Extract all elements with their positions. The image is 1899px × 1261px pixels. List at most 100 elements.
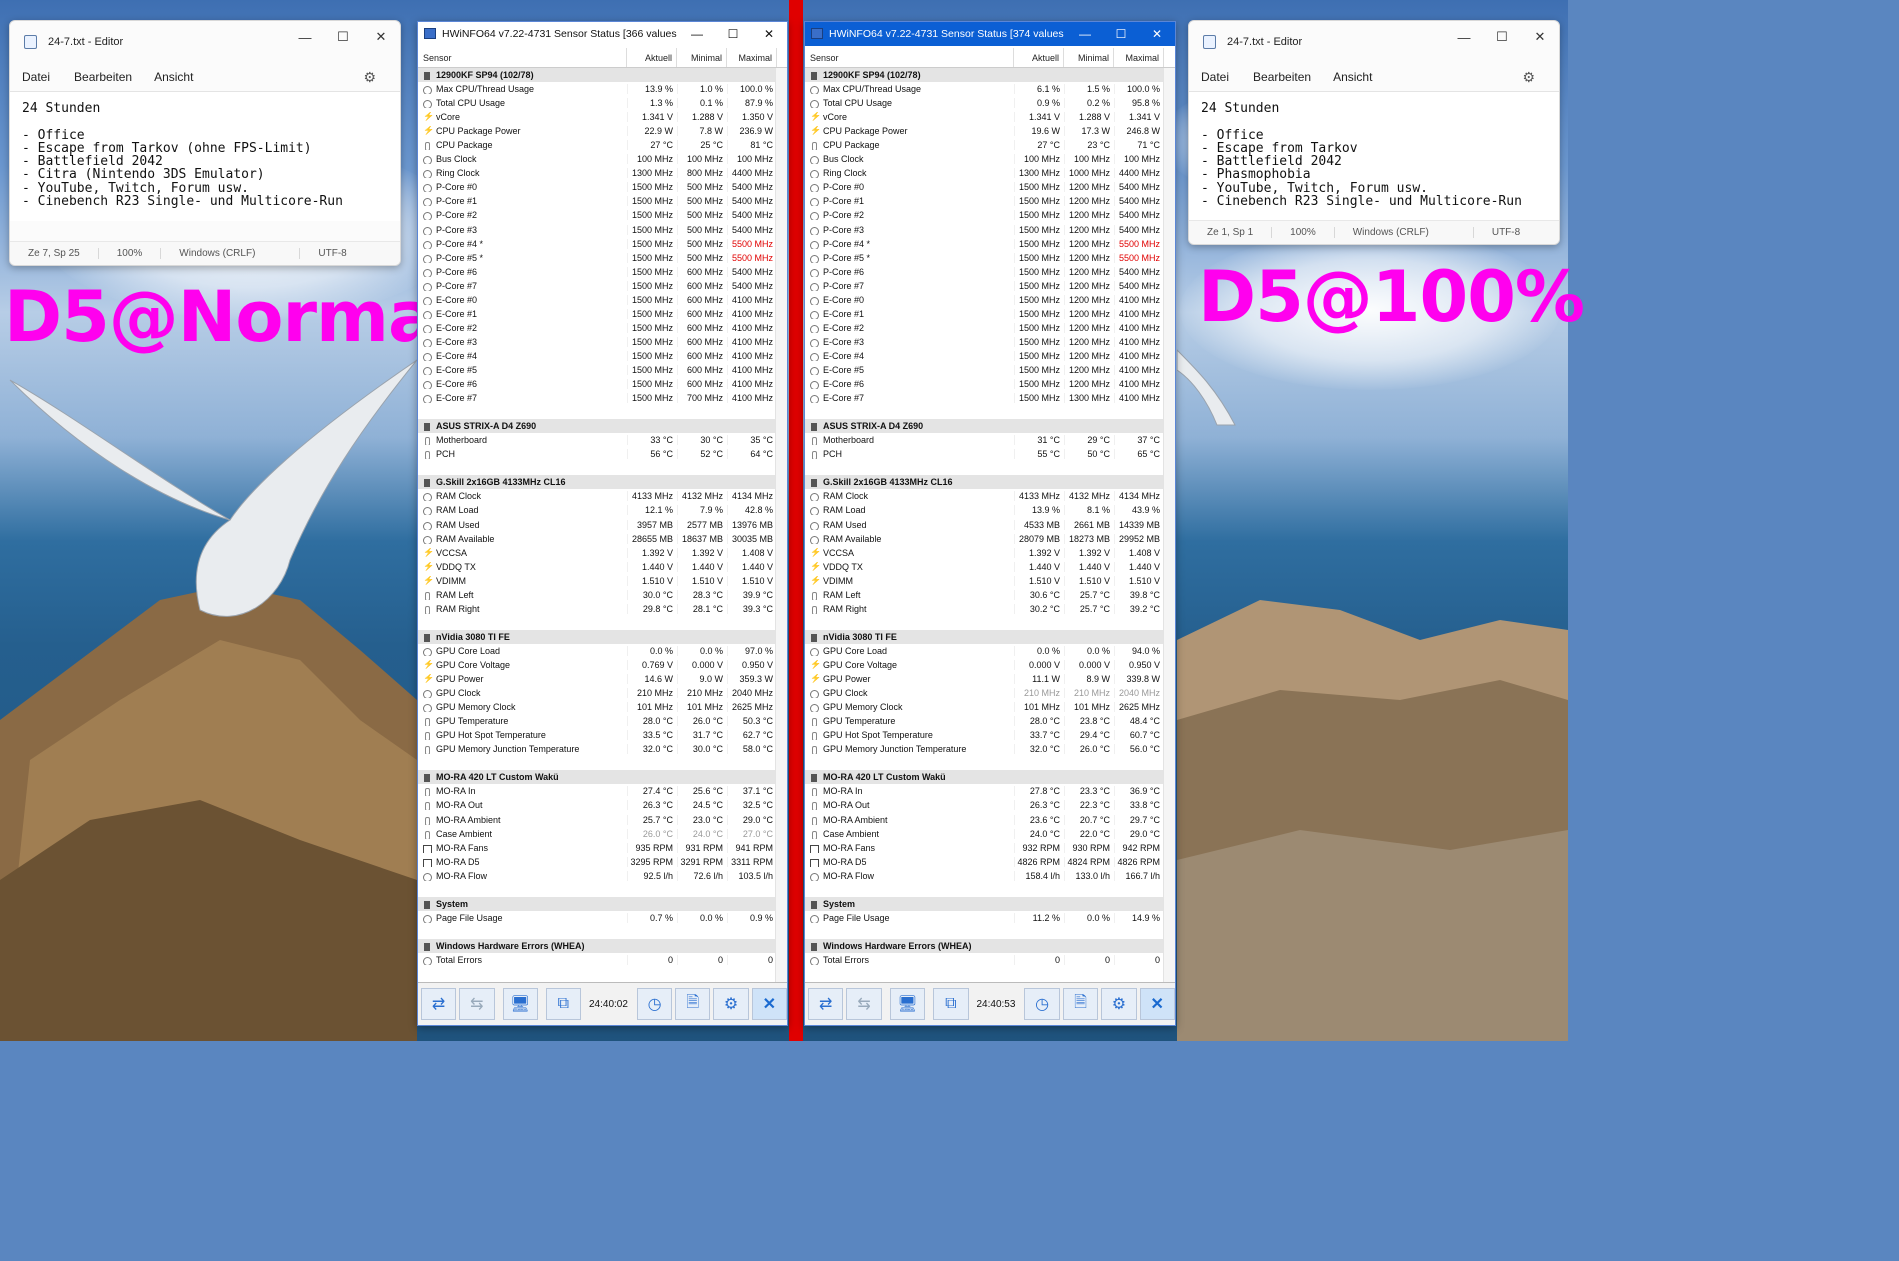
sensor-row[interactable]: E-Core #3 1500 MHz 600 MHz 4100 MHz — [418, 335, 787, 349]
sensor-row[interactable]: GPU Core Load 0.0 % 0.0 % 97.0 % — [418, 644, 787, 658]
close-x-icon[interactable]: ✕ — [1139, 988, 1175, 1020]
sensor-group-header[interactable]: ASUS STRIX-A D4 Z690 — [805, 419, 1175, 434]
sensor-row[interactable]: E-Core #6 1500 MHz 600 MHz 4100 MHz — [418, 377, 787, 391]
sensor-row[interactable]: Motherboard 33 °C 30 °C 35 °C — [418, 433, 787, 447]
sensor-row[interactable]: GPU Core Voltage 0.769 V0.000 V0.950 V — [418, 658, 787, 672]
sensor-row[interactable]: P-Core #6 1500 MHz 1200 MHz 5400 MHz — [805, 265, 1175, 279]
text-editor-area[interactable]: 24 Stunden - Office - Escape from Tarkov… — [1189, 91, 1559, 221]
sensor-row[interactable]: GPU Temperature 28.0 °C 23.8 °C 48.4 °C — [805, 714, 1175, 728]
minimize-button[interactable]: — — [286, 21, 324, 53]
sensor-row[interactable]: MO-RA Flow 158.4 l/h 133.0 l/h 166.7 l/h — [805, 869, 1175, 883]
sensor-row[interactable]: E-Core #2 1500 MHz 600 MHz 4100 MHz — [418, 321, 787, 335]
sensor-row[interactable]: VDIMM1.510 V1.510 V1.510 V — [805, 574, 1175, 588]
menu-datei[interactable]: Datei — [22, 70, 50, 84]
clock-icon[interactable]: ◷ — [636, 988, 673, 1020]
maximize-button[interactable]: ☐ — [715, 22, 751, 46]
sensor-row[interactable]: GPU Memory Clock 101 MHz 101 MHz 2625 MHz — [805, 700, 1175, 714]
sensor-row[interactable]: Case Ambient 24.0 °C 22.0 °C 29.0 °C — [805, 827, 1175, 841]
sensor-row[interactable]: P-Core #7 1500 MHz 600 MHz 5400 MHz — [418, 279, 787, 293]
sensor-row[interactable]: Max CPU/Thread Usage 6.1 % 1.5 % 100.0 % — [805, 82, 1175, 96]
sensor-row[interactable]: GPU Clock 210 MHz 210 MHz 2040 MHz — [418, 686, 787, 700]
close-button[interactable]: ✕ — [1139, 22, 1175, 46]
sensor-row[interactable]: PCH 56 °C 52 °C 64 °C — [418, 447, 787, 461]
sensor-row[interactable]: MO-RA Ambient 23.6 °C 20.7 °C 29.7 °C — [805, 812, 1175, 826]
sensor-row[interactable]: GPU Power 14.6 W9.0 W359.3 W — [418, 672, 787, 686]
sensor-row[interactable]: Total CPU Usage 1.3 % 0.1 % 87.9 % — [418, 96, 787, 110]
report-add-icon[interactable]: 🗎 — [675, 988, 711, 1020]
sensor-row[interactable]: PCH 55 °C 50 °C 65 °C — [805, 447, 1175, 461]
title-bar[interactable]: 24-7.txt - Editor — ☐ ✕ — [1189, 21, 1559, 63]
sensor-group-header[interactable]: MO-RA 420 LT Custom Wakü — [418, 770, 787, 785]
sensor-row[interactable]: CPU Package Power 22.9 W7.8 W236.9 W — [418, 124, 787, 138]
sensor-row[interactable]: Bus Clock 100 MHz 100 MHz 100 MHz — [805, 152, 1175, 166]
sensor-row[interactable]: P-Core #3 1500 MHz 500 MHz 5400 MHz — [418, 223, 787, 237]
notepad-window-right[interactable]: 24-7.txt - Editor — ☐ ✕ Datei Bearbeiten… — [1188, 20, 1560, 245]
column-maximal[interactable]: Maximal — [1114, 48, 1164, 67]
sensor-row[interactable]: RAM Right 30.2 °C 25.7 °C 39.2 °C — [805, 602, 1175, 616]
menu-ansicht[interactable]: Ansicht — [1333, 70, 1372, 84]
arrows-collapse-icon[interactable]: ⇆ — [846, 988, 882, 1020]
sensor-row[interactable]: MO-RA In 27.4 °C 25.6 °C 37.1 °C — [418, 784, 787, 798]
sensor-row[interactable]: RAM Right 29.8 °C 28.1 °C 39.3 °C — [418, 602, 787, 616]
close-x-icon[interactable]: ✕ — [751, 988, 787, 1020]
sensor-row[interactable]: GPU Temperature 28.0 °C 26.0 °C 50.3 °C — [418, 714, 787, 728]
sensor-row[interactable]: P-Core #4 * 1500 MHz 1200 MHz 5500 MHz — [805, 237, 1175, 251]
sensor-row[interactable]: E-Core #4 1500 MHz 1200 MHz 4100 MHz — [805, 349, 1175, 363]
sensor-group-header[interactable]: G.Skill 2x16GB 4133MHz CL16 — [418, 475, 787, 490]
sensor-row[interactable]: Bus Clock 100 MHz 100 MHz 100 MHz — [418, 152, 787, 166]
column-sensor[interactable]: Sensor — [805, 48, 1014, 67]
close-button[interactable]: ✕ — [362, 21, 400, 53]
sensor-row[interactable]: P-Core #1 1500 MHz 1200 MHz 5400 MHz — [805, 194, 1175, 208]
sensor-row[interactable]: E-Core #5 1500 MHz 1200 MHz 4100 MHz — [805, 363, 1175, 377]
sensor-row[interactable]: GPU Memory Junction Temperature 32.0 °C 30… — [418, 742, 787, 756]
notepad-window-left[interactable]: 24-7.txt - Editor — ☐ ✕ Datei Bearbeiten… — [9, 20, 401, 266]
arrows-left-right-icon[interactable]: ⇄ — [421, 988, 457, 1020]
sensor-row[interactable]: P-Core #5 * 1500 MHz 1200 MHz 5500 MHz — [805, 251, 1175, 265]
sensor-row[interactable]: VCCSA1.392 V1.392 V1.408 V — [418, 546, 787, 560]
sensor-row[interactable]: GPU Clock 210 MHz 210 MHz 2040 MHz — [805, 686, 1175, 700]
close-button[interactable]: ✕ — [751, 22, 787, 46]
sensor-row[interactable]: GPU Memory Clock 101 MHz 101 MHz 2625 MHz — [418, 700, 787, 714]
sensor-row[interactable]: P-Core #7 1500 MHz 1200 MHz 5400 MHz — [805, 279, 1175, 293]
sensor-row[interactable]: MO-RA Fans 935 RPM 931 RPM 941 RPM — [418, 841, 787, 855]
minimize-button[interactable]: — — [1445, 21, 1483, 53]
sensor-row[interactable]: MO-RA D5 3295 RPM 3291 RPM 3311 RPM — [418, 855, 787, 869]
sensor-row[interactable]: E-Core #1 1500 MHz 1200 MHz 4100 MHz — [805, 307, 1175, 321]
arrows-left-right-icon[interactable]: ⇄ — [808, 988, 844, 1020]
monitor-icon[interactable]: 🖥 — [889, 988, 926, 1020]
sensor-row[interactable]: MO-RA Flow 92.5 l/h 72.6 l/h 103.5 l/h — [418, 869, 787, 883]
sensor-row[interactable]: Total Errors 0 0 0 — [418, 953, 787, 967]
hwinfo-window-right[interactable]: HWiNFO64 v7.22-4731 Sensor Status [374 v… — [804, 21, 1176, 1026]
sensor-row[interactable]: RAM Available 28079 MB 18273 MB 29952 MB — [805, 532, 1175, 546]
sensor-row[interactable]: P-Core #3 1500 MHz 1200 MHz 5400 MHz — [805, 223, 1175, 237]
sensor-row[interactable]: P-Core #4 * 1500 MHz 500 MHz 5500 MHz — [418, 237, 787, 251]
text-editor-area[interactable]: 24 Stunden - Office - Escape from Tarkov… — [10, 91, 400, 221]
menu-bearbeiten[interactable]: Bearbeiten — [1253, 70, 1311, 84]
minimize-button[interactable]: — — [1067, 22, 1103, 46]
column-maximal[interactable]: Maximal — [727, 48, 777, 67]
column-aktuell[interactable]: Aktuell — [627, 48, 677, 67]
sensor-row[interactable]: GPU Power 11.1 W8.9 W339.8 W — [805, 672, 1175, 686]
sensor-row[interactable]: VDDQ TX1.440 V1.440 V1.440 V — [805, 560, 1175, 574]
menu-bearbeiten[interactable]: Bearbeiten — [74, 70, 132, 84]
sensor-group-header[interactable]: 12900KF SP94 (102/78) — [805, 68, 1175, 83]
sensor-group-header[interactable]: ASUS STRIX-A D4 Z690 — [418, 419, 787, 434]
column-minimal[interactable]: Minimal — [677, 48, 727, 67]
sensor-row[interactable]: VDIMM1.510 V1.510 V1.510 V — [418, 574, 787, 588]
sensor-row[interactable]: CPU Package Power 19.6 W17.3 W246.8 W — [805, 124, 1175, 138]
column-aktuell[interactable]: Aktuell — [1014, 48, 1064, 67]
sensor-row[interactable]: vCore 1.341 V1.288 V1.350 V — [418, 110, 787, 124]
sensor-row[interactable]: RAM Clock 4133 MHz 4132 MHz 4134 MHz — [418, 489, 787, 503]
sensor-row[interactable]: RAM Clock 4133 MHz 4132 MHz 4134 MHz — [805, 489, 1175, 503]
sensor-row[interactable]: E-Core #7 1500 MHz 700 MHz 4100 MHz — [418, 391, 787, 405]
maximize-button[interactable]: ☐ — [1103, 22, 1139, 46]
gear-icon[interactable]: ⚙ — [1101, 988, 1137, 1020]
sensor-row[interactable]: Ring Clock 1300 MHz 800 MHz 4400 MHz — [418, 166, 787, 180]
sensor-row[interactable]: Case Ambient 26.0 °C 24.0 °C 27.0 °C — [418, 827, 787, 841]
sensor-row[interactable]: Page File Usage 0.7 % 0.0 % 0.9 % — [418, 911, 787, 925]
menu-ansicht[interactable]: Ansicht — [154, 70, 193, 84]
sensor-row[interactable]: E-Core #6 1500 MHz 1200 MHz 4100 MHz — [805, 377, 1175, 391]
sensor-row[interactable]: RAM Available 28655 MB 18637 MB 30035 MB — [418, 532, 787, 546]
minimize-button[interactable]: — — [679, 22, 715, 46]
title-bar[interactable]: 24-7.txt - Editor — ☐ ✕ — [10, 21, 400, 63]
